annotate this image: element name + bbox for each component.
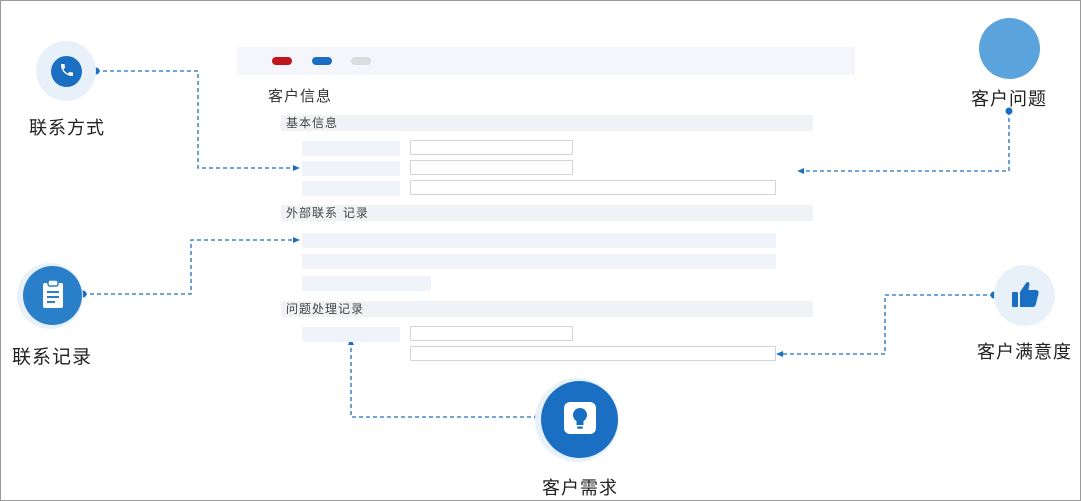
gray-window-dot (351, 57, 371, 65)
text-field[interactable] (410, 180, 776, 195)
form-window-bar (237, 47, 855, 75)
lightbulb-icon (563, 401, 597, 439)
link-customer-issue (797, 111, 1010, 175)
phone-icon (59, 62, 75, 82)
customer-need-node[interactable] (541, 381, 618, 458)
field-label (302, 327, 400, 342)
field-label (302, 141, 400, 156)
contact-record-node[interactable] (23, 266, 82, 325)
form-title: 客户信息 (268, 87, 333, 105)
customer-satisfaction-label: 客户满意度 (977, 342, 1072, 363)
record-row (302, 233, 776, 248)
text-field[interactable] (410, 346, 776, 361)
field-label (302, 181, 400, 196)
contact-record-label: 联系记录 (12, 346, 93, 368)
customer-issue-label: 客户问题 (971, 89, 1047, 110)
diagram-frame: 客户信息 基本信息 外部联系 记录 问题处理记录 联系方式 联系记录 客户需求 … (0, 0, 1081, 501)
text-field[interactable] (410, 326, 573, 341)
clipboard-icon (40, 278, 66, 313)
section-issue-records: 问题处理记录 (281, 301, 813, 317)
record-row (302, 254, 776, 269)
contact-method-label: 联系方式 (29, 118, 105, 139)
customer-issue-node[interactable] (979, 18, 1040, 79)
blue-window-dot (312, 57, 332, 65)
section-contact-records: 外部联系 记录 (281, 205, 813, 221)
thumbs-up-icon (1010, 280, 1040, 312)
record-row (302, 276, 431, 291)
text-field[interactable] (410, 140, 573, 155)
customer-need-label: 客户需求 (542, 478, 618, 499)
customer-satisfaction-node[interactable] (999, 270, 1050, 321)
link-contact-record (83, 236, 300, 295)
field-label (302, 161, 400, 176)
red-window-dot (272, 57, 292, 65)
text-field[interactable] (410, 160, 573, 175)
section-basic-info: 基本信息 (281, 115, 813, 131)
contact-method-node[interactable] (51, 56, 82, 87)
